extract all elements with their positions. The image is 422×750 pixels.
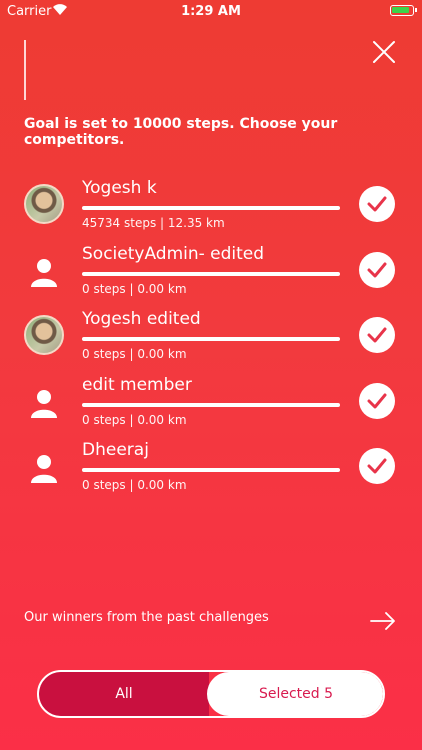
member-row[interactable]: Yogesh k 45734 steps | 12.35 km [0, 178, 422, 246]
person-icon [28, 452, 60, 484]
battery-icon [390, 5, 417, 16]
text-cursor [24, 40, 26, 100]
member-stats: 0 steps | 0.00 km [82, 347, 187, 361]
member-row[interactable]: SocietyAdmin- edited 0 steps | 0.00 km [0, 244, 422, 312]
progress-bar [82, 403, 340, 407]
member-name: edit member [82, 375, 192, 395]
past-winners-link[interactable]: Our winners from the past challenges [24, 610, 269, 625]
member-stats: 0 steps | 0.00 km [82, 478, 187, 492]
check-icon[interactable] [359, 186, 395, 222]
member-row[interactable]: edit member 0 steps | 0.00 km [0, 375, 422, 443]
person-icon [28, 387, 60, 419]
member-avatar-photo [24, 315, 64, 355]
member-name: Yogesh edited [82, 309, 201, 329]
clock: 1:29 AM [181, 4, 241, 19]
progress-bar [82, 206, 340, 210]
member-stats: 0 steps | 0.00 km [82, 282, 187, 296]
check-icon[interactable] [359, 383, 395, 419]
filter-toggle: All Selected 5 [37, 670, 385, 718]
check-icon[interactable] [359, 448, 395, 484]
check-icon[interactable] [359, 252, 395, 288]
member-row[interactable]: Yogesh edited 0 steps | 0.00 km [0, 309, 422, 377]
person-icon [28, 256, 60, 288]
member-avatar-photo [24, 184, 64, 224]
status-bar: Carrier 1:29 AM [0, 0, 422, 22]
progress-bar [82, 468, 340, 472]
tab-all[interactable]: All [39, 672, 209, 716]
member-row[interactable]: Dheeraj 0 steps | 0.00 km [0, 440, 422, 508]
member-name: Dheeraj [82, 440, 149, 460]
close-icon[interactable] [370, 38, 398, 66]
member-name: SocietyAdmin- edited [82, 244, 265, 264]
member-name: Yogesh k [82, 178, 157, 198]
member-stats: 0 steps | 0.00 km [82, 413, 187, 427]
tab-selected[interactable]: Selected 5 [207, 672, 383, 716]
progress-bar [82, 337, 340, 341]
progress-bar [82, 272, 340, 276]
goal-text: Goal is set to 10000 steps. Choose your … [24, 116, 338, 148]
member-stats: 45734 steps | 12.35 km [82, 216, 225, 230]
check-icon[interactable] [359, 317, 395, 353]
arrow-right-icon[interactable] [370, 611, 396, 631]
